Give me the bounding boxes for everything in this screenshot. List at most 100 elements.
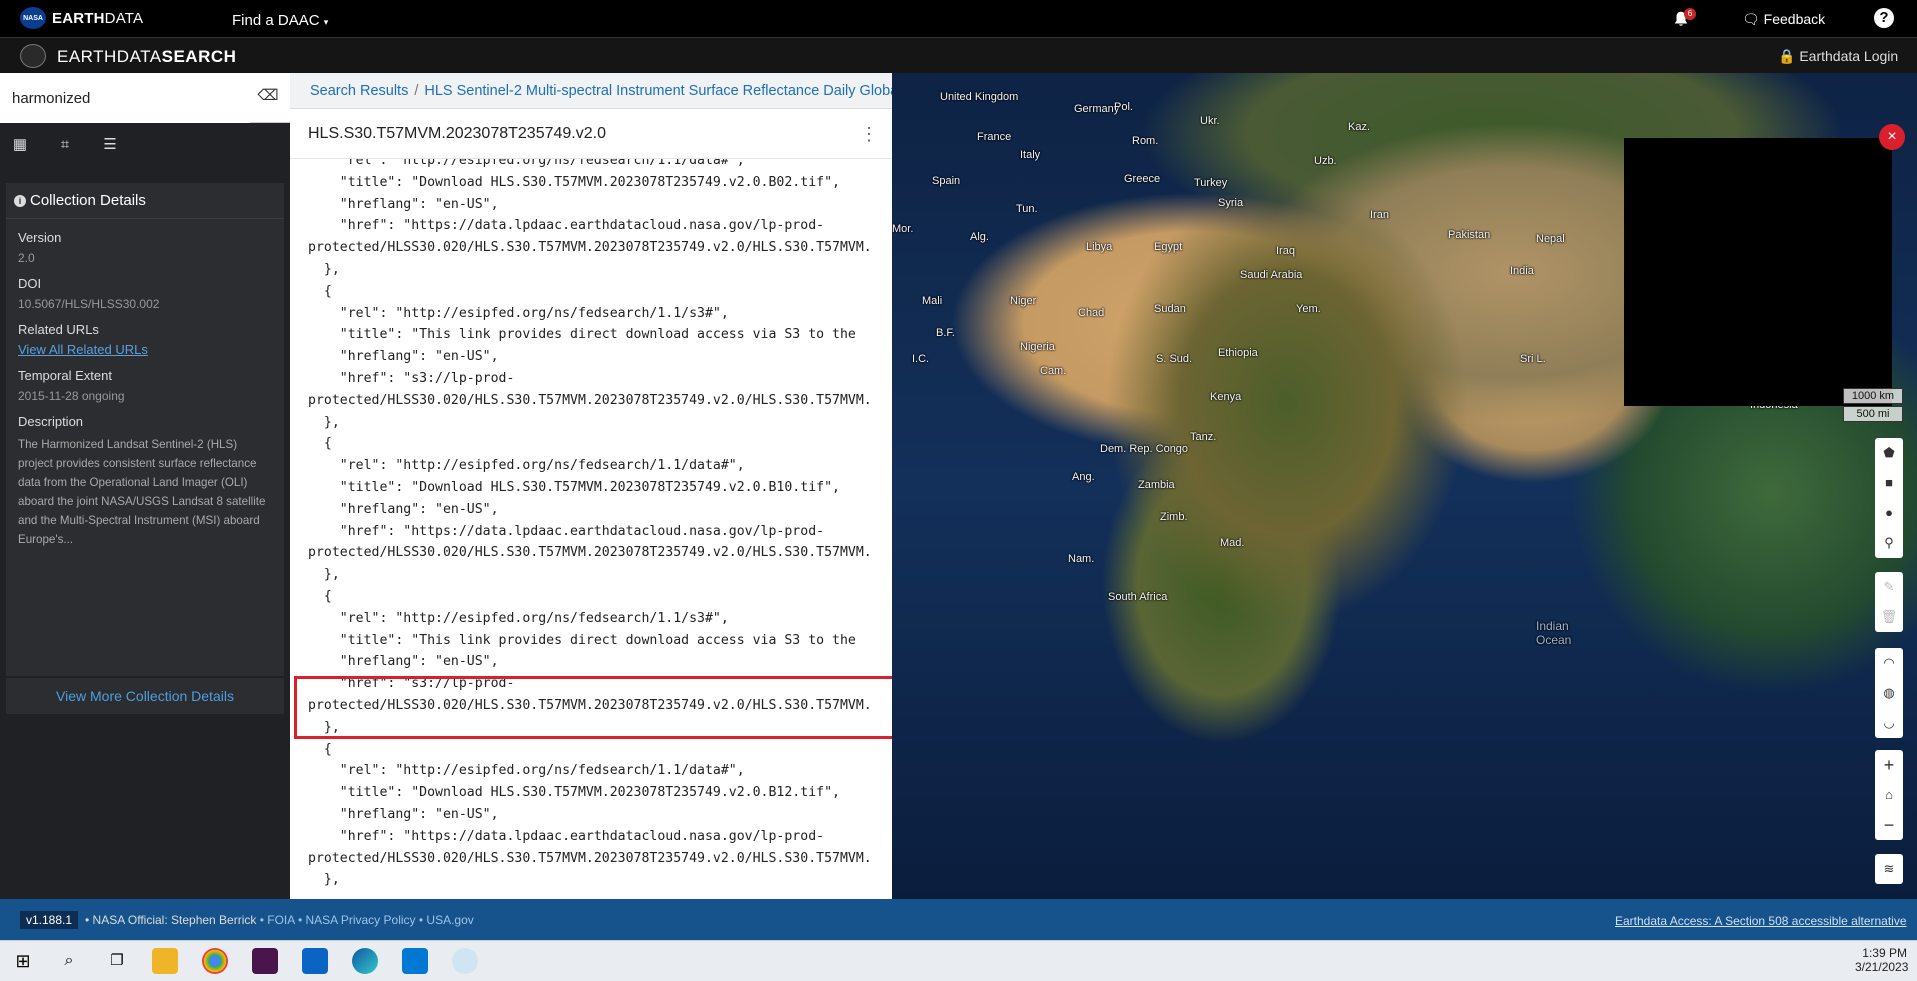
version-label: Version: [18, 230, 62, 245]
earthdata-login-button[interactable]: 🔒 Earthdata Login: [1778, 48, 1898, 65]
map-label: Niger: [1010, 295, 1037, 307]
calendar-icon[interactable]: ▦: [8, 133, 32, 157]
code-line: {: [308, 589, 332, 604]
map-label: Libya: [1086, 241, 1113, 253]
feedback-button[interactable]: 🗨 Feedback: [1742, 11, 1825, 28]
code-line: },: [308, 567, 340, 583]
edit-icon[interactable]: ✎: [1875, 572, 1903, 602]
windows-start-icon[interactable]: ⊞: [10, 948, 36, 974]
map-label: India: [1510, 265, 1534, 277]
code-line: },: [308, 414, 340, 430]
find-daac-menu[interactable]: Find a DAAC ▾: [232, 12, 328, 29]
map-label: Turkey: [1194, 177, 1228, 189]
map-label: B.F.: [936, 327, 955, 339]
zoom-in-icon[interactable]: +: [1875, 750, 1903, 780]
code-line: "rel": "http://esipfed.org/ns/fedsearch/…: [308, 610, 729, 626]
section-508-link[interactable]: Earthdata Access: A Section 508 accessib…: [1615, 914, 1907, 928]
app-title[interactable]: EARTHDATASEARCH: [57, 47, 236, 67]
nasa-meatball-icon[interactable]: [20, 44, 46, 68]
granule-title-text: HLS.S30.T57MVM.2023078T235749.v2.0: [308, 125, 606, 142]
scale-mi: 500 mi: [1843, 406, 1903, 422]
map-label: S. Sud.: [1156, 353, 1193, 365]
map-label: Tun.: [1016, 203, 1038, 215]
slack-icon[interactable]: [252, 948, 278, 974]
breadcrumb-collection-link[interactable]: HLS Sentinel-2 Multi-spectral Instrument…: [424, 83, 892, 99]
edge-icon[interactable]: [352, 948, 378, 974]
code-line: "title": "Download HLS.S30.T57MVM.202307…: [308, 480, 840, 495]
description-field: Description The Harmonized Landsat Senti…: [6, 414, 284, 549]
antarctic-projection-icon[interactable]: ◡: [1875, 708, 1903, 738]
code-line: "hreflang": "en-US",: [308, 807, 499, 822]
system-clock[interactable]: 1:39 PM 3/21/2023: [1855, 946, 1908, 974]
windows-taskbar: ⊞ ⌕ ❐ 1:39 PM 3/21/2023: [0, 940, 1917, 981]
nasa-logo-icon[interactable]: NASA: [20, 7, 46, 29]
app-title-prefix: EARTHDATA: [57, 47, 162, 66]
sliders-icon[interactable]: ☰: [98, 133, 122, 157]
code-line: "title": "Download HLS.S30.T57MVM.202307…: [308, 785, 840, 801]
paint-icon[interactable]: [452, 948, 478, 974]
granule-detail-panel: Search Results / HLS Sentinel-2 Multi-spec…: [290, 73, 892, 899]
vscode-icon[interactable]: [402, 948, 428, 974]
view-more-collection-details-button[interactable]: View More Collection Details: [6, 678, 284, 714]
search-icon[interactable]: ⌕: [56, 948, 82, 974]
rectangle-icon[interactable]: ■: [1875, 468, 1903, 498]
info-icon: i: [14, 195, 26, 207]
crop-icon[interactable]: ⌗: [53, 133, 77, 157]
map-label: Alg.: [970, 231, 989, 243]
globe-icon[interactable]: ◍: [1875, 678, 1903, 708]
map-label: Zimb.: [1160, 511, 1188, 523]
map-label: I.C.: [912, 353, 930, 365]
map-label: Rom.: [1132, 135, 1159, 147]
map-label: Sri L.: [1520, 353, 1546, 365]
temporal-extent-field: Temporal Extent 2015-11-28 ongoing: [6, 368, 284, 403]
code-line: "href": "s3://lp-prod-: [308, 371, 515, 386]
projection-tools: ◠ ◍ ◡: [1875, 648, 1903, 738]
doi-label: DOI: [18, 276, 42, 291]
home-icon[interactable]: ⌂: [1875, 780, 1903, 810]
granule-title: HLS.S30.T57MVM.2023078T235749.v2.0 ⋮: [290, 109, 892, 159]
code-line: protected/HLSS30.020/HLS.S30.T57MVM.2023…: [308, 850, 872, 866]
feedback-label: Feedback: [1763, 11, 1826, 27]
lock-icon: 🔒: [1778, 48, 1796, 64]
details-header-label: Collection Details: [30, 192, 146, 209]
arctic-projection-icon[interactable]: ◠: [1875, 648, 1903, 678]
trash-icon[interactable]: 🗑: [1875, 602, 1903, 632]
map-label: Saudi Arabia: [1240, 269, 1303, 281]
search-row: ⌫: [0, 73, 290, 123]
outlook-icon[interactable]: [302, 948, 328, 974]
close-icon[interactable]: ×: [1879, 124, 1905, 150]
breadcrumb-search-results-link[interactable]: Search Results: [310, 83, 408, 99]
task-view-icon[interactable]: ❐: [104, 948, 130, 974]
file-explorer-icon[interactable]: [152, 948, 178, 974]
metadata-json-viewer[interactable]: "rel": "http://esipfed.org/ns/fedsearch/…: [290, 159, 890, 899]
doi-field: DOI 10.5067/HLS/HLSS30.002: [6, 276, 284, 311]
chrome-icon[interactable]: [202, 948, 228, 974]
code-line: protected/HLSS30.020/HLS.S30.T57MVM.2023…: [308, 545, 872, 561]
search-input[interactable]: [0, 73, 250, 123]
map-pin-icon[interactable]: ⚲: [1875, 528, 1903, 558]
version-badge: v1.188.1: [20, 911, 79, 929]
map-label: Pakistan: [1448, 229, 1491, 241]
foia-link[interactable]: • FOIA: [260, 913, 295, 927]
map-label: Chad: [1078, 307, 1105, 319]
map-label: Spain: [932, 175, 961, 187]
code-line: {: [308, 741, 332, 757]
layers-icon[interactable]: ≋: [1875, 854, 1903, 884]
view-related-urls-link[interactable]: View All Related URLs: [18, 342, 272, 357]
usa-gov-link[interactable]: • USA.gov: [419, 913, 474, 927]
circle-icon[interactable]: ●: [1875, 498, 1903, 528]
code-line: "href": "https://data.lpdaac.earthdatacl…: [308, 218, 825, 234]
more-options-icon[interactable]: ⋮: [860, 109, 878, 159]
earthdata-brand[interactable]: EARTHDATA: [52, 10, 143, 27]
login-label: Earthdata Login: [1799, 48, 1899, 64]
code-line: "title": "This link provides direct down…: [308, 327, 856, 343]
brand-suffix: DATA: [104, 10, 144, 27]
polygon-icon[interactable]: ⬟: [1875, 438, 1903, 468]
help-icon[interactable]: ?: [1874, 8, 1894, 28]
eraser-icon[interactable]: ⌫: [254, 86, 282, 110]
doi-value: 10.5067/HLS/HLSS30.002: [18, 297, 160, 311]
privacy-policy-link[interactable]: • NASA Privacy Policy: [298, 913, 416, 927]
footer-links: • NASA Official: Stephen Berrick • FOIA …: [85, 913, 474, 927]
zoom-out-icon[interactable]: −: [1875, 810, 1903, 840]
highlight-box-s3-href: [294, 676, 904, 739]
